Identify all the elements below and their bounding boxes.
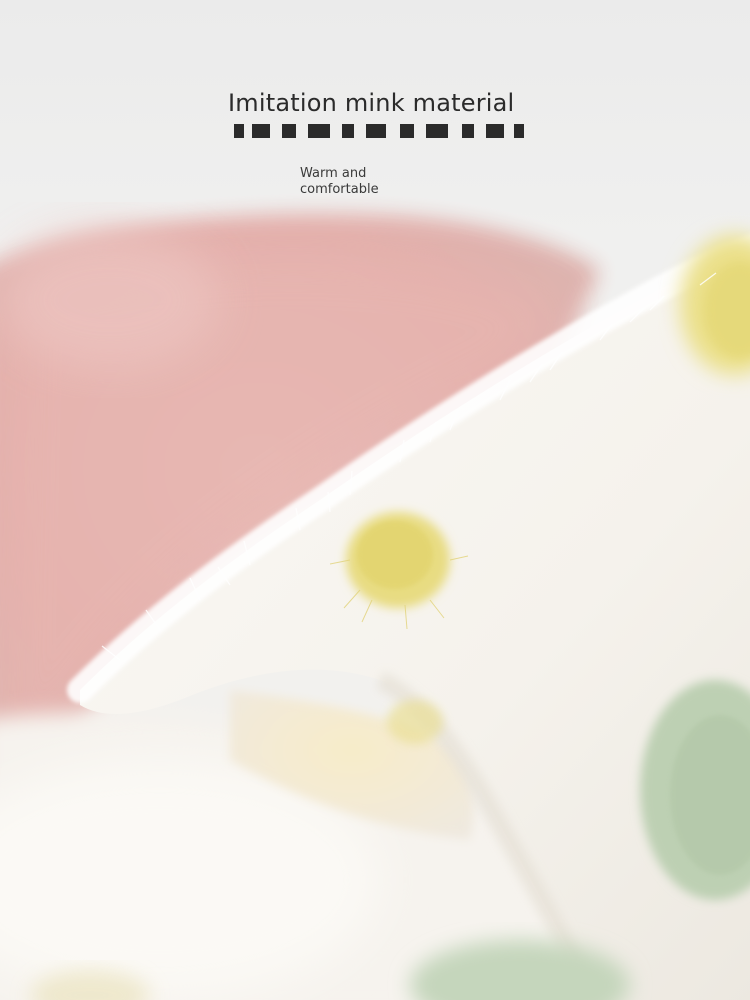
subtitle-line-1: Warm and xyxy=(300,166,367,181)
subtitle: Warm and comfortable xyxy=(300,166,440,198)
product-detail-panel: Imitation mink material Warm and comfort… xyxy=(0,0,750,1000)
cropped-headline-glyphs xyxy=(230,124,526,138)
subtitle-line-2: comfortable xyxy=(300,182,379,197)
headline: Imitation mink material xyxy=(228,89,515,117)
fabric-photo xyxy=(0,0,750,1000)
